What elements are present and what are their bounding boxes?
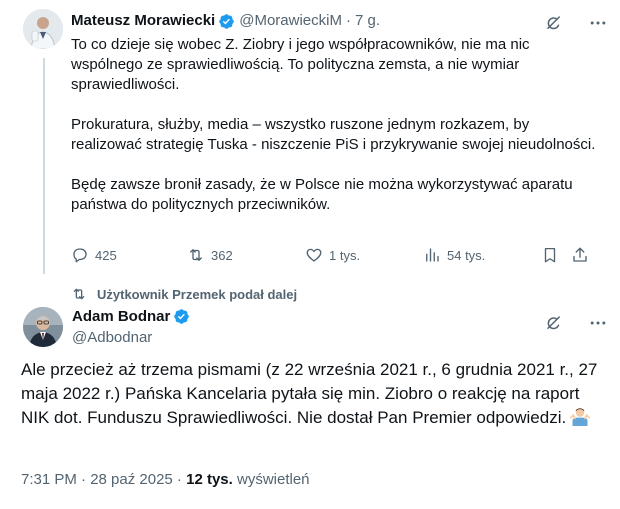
main-tweet-text: Ale przecież aż trzema pismami (z 22 wrz… <box>21 358 606 430</box>
retweet-context[interactable]: Użytkownik Przemek podał dalej <box>49 286 297 302</box>
tweet-meta: 7:31 PM · 28 paź 2025 · 12 tys. wyświetl… <box>21 471 310 488</box>
retweet-context-label: Użytkownik Przemek podał dalej <box>97 286 298 302</box>
author-name[interactable]: Adam Bodnar <box>72 308 170 325</box>
views-icon <box>426 248 439 262</box>
bookmark-icon[interactable] <box>541 246 559 264</box>
reply-count: 425 <box>95 247 117 263</box>
avatar-morawiecki[interactable] <box>23 9 63 49</box>
author-handle[interactable]: @MorawieckiM <box>239 11 342 31</box>
like-count: 1 tys. <box>329 247 361 263</box>
main-tweet-header: Adam Bodnar <box>72 308 194 325</box>
share-icon[interactable] <box>571 246 589 264</box>
views-label: wyświetleń <box>232 471 310 488</box>
more-icon[interactable] <box>588 313 608 333</box>
retweet-count: 362 <box>211 247 233 263</box>
verified-badge-icon <box>219 13 234 29</box>
thread-connector-line <box>43 58 45 274</box>
views-count: 12 tys. <box>186 471 233 488</box>
meta-separator: · <box>172 471 187 488</box>
separator-dot: · <box>345 12 351 29</box>
tweet-header: Mateusz Morawiecki @MorawieckiM · 7 g. <box>71 11 380 31</box>
main-tweet-text-content: Ale przecież aż trzema pismami (z 22 wrz… <box>21 360 598 427</box>
tweet-paragraph: Będę zawsze bronił zasady, że w Polsce n… <box>71 176 573 213</box>
avatar-bodnar[interactable] <box>23 307 63 347</box>
tweet-time[interactable]: 7 g. <box>355 11 380 31</box>
retweet-button[interactable]: 362 <box>187 246 233 264</box>
reply-icon <box>73 248 87 263</box>
author-name[interactable]: Mateusz Morawiecki <box>71 11 215 31</box>
more-icon[interactable] <box>588 13 608 33</box>
like-icon <box>306 248 322 262</box>
grok-icon[interactable] <box>545 314 563 332</box>
views-count: 54 tys. <box>447 247 486 263</box>
tweet-paragraph: To co dzieje się wobec Z. Ziobry i jego … <box>71 36 530 93</box>
like-button[interactable]: 1 tys. <box>305 246 360 264</box>
retweet-context-icon <box>73 288 85 300</box>
retweet-icon <box>190 249 202 261</box>
tweet-timestamp[interactable]: 7:31 PM · 28 paź 2025 <box>21 471 173 488</box>
views-button[interactable]: 54 tys. <box>423 246 485 264</box>
tweet-text: To co dzieje się wobec Z. Ziobry i jego … <box>71 35 601 235</box>
author-handle[interactable]: @Adbodnar <box>72 329 152 346</box>
person-shrugging-emoji <box>570 408 591 426</box>
tweet-paragraph: Prokuratura, służby, media – wszystko ru… <box>71 116 596 153</box>
grok-icon[interactable] <box>545 14 563 32</box>
verified-badge-icon <box>174 309 190 324</box>
tweet-action-bar: 425 362 1 tys. 54 tys. <box>71 246 591 270</box>
reply-button[interactable]: 425 <box>71 246 117 264</box>
